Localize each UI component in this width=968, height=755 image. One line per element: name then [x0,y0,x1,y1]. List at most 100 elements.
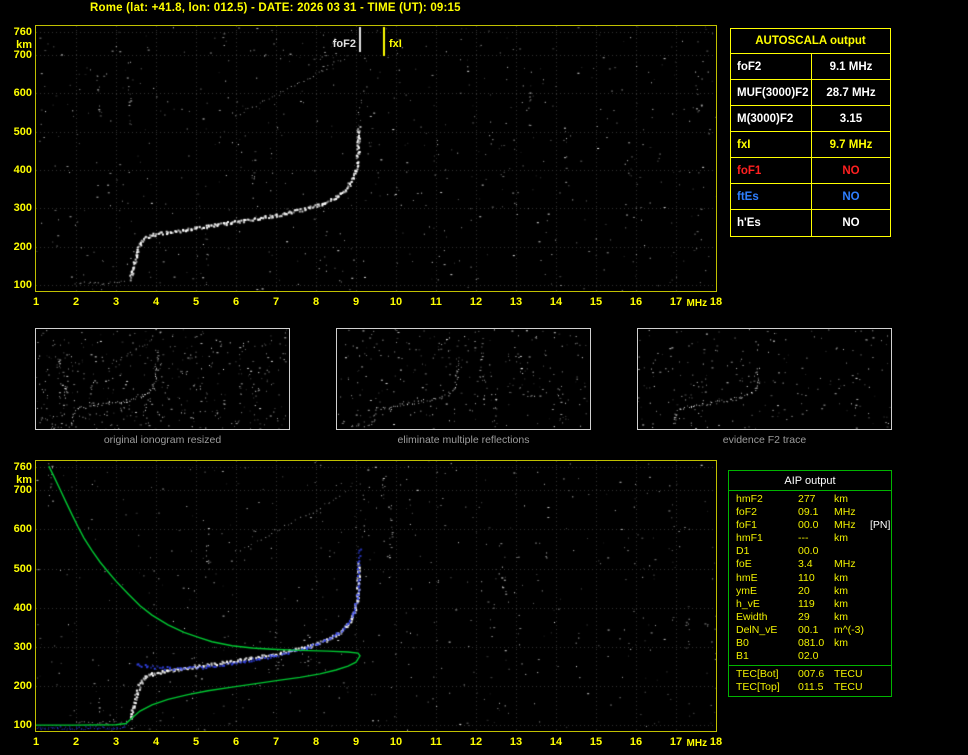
aip-row-foF1: foF1 00.0 MHz [PN] [729,519,891,532]
x-tick-label: 18 [709,296,723,308]
aip-param-extra [870,532,891,545]
autoscala-output-table: AUTOSCALA output foF2 9.1 MHz MUF(3000)F2 2… [730,28,891,237]
aip-row-Ewidth: Ewidth 29 km [729,611,891,624]
autoscala-param-value: NO [842,217,860,229]
thumbnail-panel-1 [35,328,290,430]
autoscala-row-fxI: fxI 9.7 MHz [731,132,890,158]
x-tick-label: 2 [72,296,80,308]
y-axis-unit-label: km [16,473,32,486]
aip-param-unit: km [834,584,848,597]
x-axis-unit-label: MHz [686,298,708,309]
aip-param-value: 02.0 [798,650,819,663]
aip-param-extra [870,506,891,519]
aip-param-unit: TECU [834,681,863,694]
autoscala-param-label: MUF(3000)F2 [731,80,812,105]
aip-param-value: 110 [798,571,815,584]
aip-param-unit [834,650,870,663]
autoscala-row-MUF(3000)F2: MUF(3000)F2 28.7 MHz [731,80,890,106]
scaled-ionogram-plot: 1 2 3 4 5 6 7 8 9 10 11 12 13 14 15 16 17 18 MHz 760 700 600 5… [14,25,722,309]
aip-param-unit [834,545,870,558]
aip-param-value: 277 [798,493,816,505]
aip-param-unit: MHz [834,519,856,532]
y-tick-label: 100 [13,279,32,292]
profile-ionogram-canvas [36,461,716,731]
aip-param-value: 00.1 [798,623,819,636]
aip-row-foF2: foF2 09.1 MHz [729,506,891,519]
aip-param-extra [870,637,891,650]
aip-row-ymE: ymE 20 km [729,585,891,598]
x-tick-label: 6 [232,296,240,308]
aip-row-B1: B1 02.0 [729,650,891,663]
aip-param-value: 3.4 [798,558,813,571]
autoscala-param-label: foF2 [731,54,812,79]
y-tick-label: 200 [13,680,32,692]
y-tick-label: 500 [13,562,32,575]
x-tick-label: 3 [112,736,120,748]
y-tick-label: 100 [13,719,32,732]
x-tick-label: 8 [312,736,320,748]
autoscala-param-value: 9.1 MHz [829,61,873,73]
aip-row-TEC[Top]: TEC[Top] 011.5 TECU [729,681,891,694]
autoscala-table-rows: foF2 9.1 MHz MUF(3000)F2 28.7 MHz M(3000)F2 3… [731,54,890,236]
x-tick-label: 5 [192,736,200,748]
aip-param-unit: km [834,493,848,505]
aip-param-label: h_vE [736,597,760,610]
aip-param-unit: MHz [834,506,856,519]
aip-param-extra [870,572,891,585]
autoscala-param-value: NO [842,191,860,203]
aip-param-label: foF2 [736,506,758,519]
aip-row-foE: foE 3.4 MHz [729,558,891,571]
x-tick-label: 2 [72,736,80,748]
y-tick-label: 500 [13,125,32,138]
aip-row-D1: D1 00.0 [729,545,891,558]
aip-param-value: 29 [798,610,810,623]
aip-param-value: 00.0 [798,519,819,532]
aip-param-unit: TECU [834,668,863,681]
aip-table-header: AIP output [729,471,891,491]
x-tick-label: 18 [709,736,723,748]
autoscala-param-value: 3.15 [839,113,863,125]
thumbnail-panel-2 [336,328,591,430]
x-tick-label: 12 [469,736,483,748]
autoscala-param-value: NO [842,165,860,177]
x-tick-label: 14 [549,296,563,308]
aip-param-value: 081.0 [798,637,825,650]
aip-param-extra [870,611,891,624]
aip-param-extra [870,545,891,558]
autoscala-param-label: ftEs [731,184,812,209]
x-tick-label: 5 [192,296,200,308]
autoscala-row-ftEs: ftEs NO [731,184,890,210]
aip-param-unit: km [834,532,848,545]
x-tick-label: 7 [272,296,280,308]
y-tick-label: 400 [13,164,32,177]
y-tick-label: 760 [13,460,32,473]
x-tick-label: 1 [32,296,40,308]
thumbnail-canvas-3 [638,329,891,429]
aip-param-label: TEC[Top] [736,681,780,694]
aip-param-label: D1 [736,545,750,558]
x-tick-label: 11 [430,296,442,308]
aip-param-extra [870,650,891,663]
x-tick-label: 12 [469,296,483,308]
y-tick-label: 200 [13,240,32,253]
autoscala-param-label: h'Es [731,210,812,236]
aip-row-hmF2: hmF2 277 km [729,493,891,506]
autoscala-window: Rome (lat: +41.8, lon: 012.5) - DATE: 20… [0,0,968,755]
aip-param-unit: m^(-3) [834,623,865,636]
y-tick-label: 700 [13,484,32,497]
aip-param-label: DelN_vE [736,623,778,636]
aip-param-value: 007.6 [798,668,825,681]
aip-row-B0: B0 081.0 km [729,637,891,650]
thumbnail-caption: evidence F2 trace [722,434,807,446]
marker-label-foF2: foF2 [332,38,356,50]
autoscala-row-h'Es: h'Es NO [731,210,890,236]
aip-param-unit: km [834,571,848,584]
x-tick-label: 17 [669,736,683,748]
x-tick-label: 16 [629,736,643,748]
y-tick-label: 760 [13,25,32,38]
autoscala-param-label: foF1 [731,158,812,183]
aip-param-label: hmF2 [736,493,763,505]
thumbnail-canvas-2 [337,329,590,429]
aip-output-table: AIP output hmF2 277 km foF2 09.1 MHz foF1 00.0 M… [728,470,892,698]
aip-param-extra [870,493,891,506]
